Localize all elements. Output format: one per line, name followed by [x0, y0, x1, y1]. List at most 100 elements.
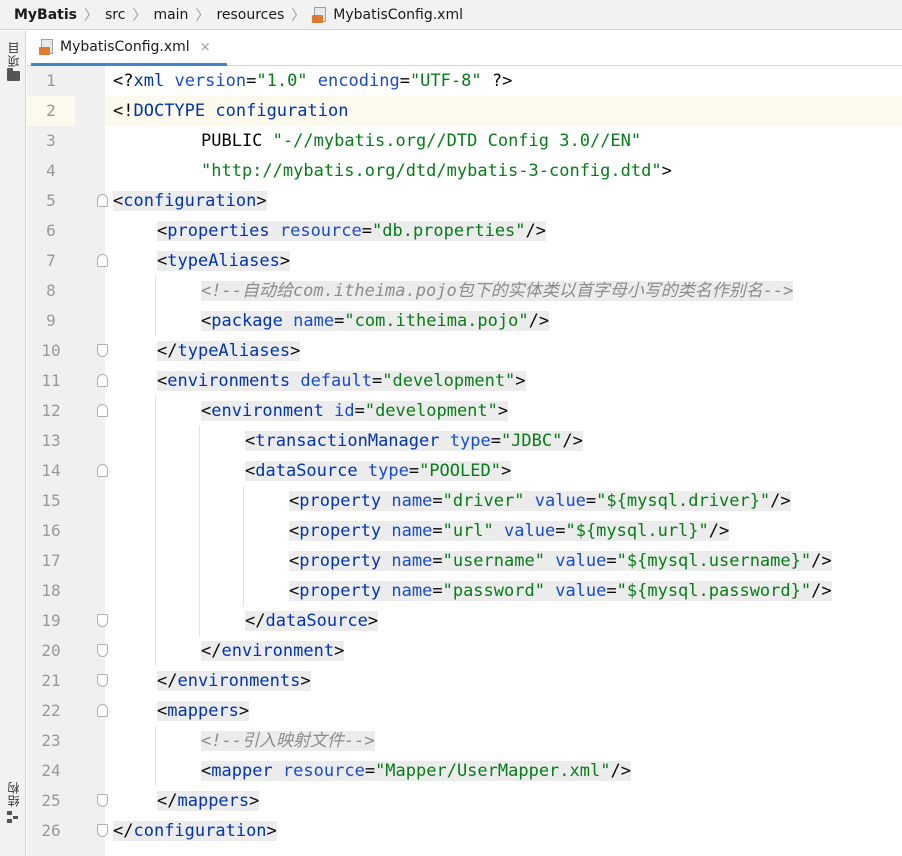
line-number: 16	[41, 521, 61, 540]
code-line-area: <property name="username" value="${mysql…	[105, 546, 902, 576]
line-number: 7	[46, 251, 56, 270]
code-line[interactable]: 15 <property name="driver" value="${mysql…	[27, 486, 902, 516]
code-line[interactable]: 10 </typeAliases>	[27, 336, 902, 366]
code-line[interactable]: 2 <!DOCTYPE configuration	[27, 96, 902, 126]
code-text: </mappers>	[157, 791, 260, 811]
code-line-area: </configuration>	[105, 816, 902, 846]
code-line[interactable]: 5 <configuration>	[27, 186, 902, 216]
indent-guide	[199, 426, 200, 456]
code-editor[interactable]: 1 <?xml version="1.0" encoding="UTF-8" ?>…	[27, 66, 902, 856]
code-text: <environment id="development">	[201, 401, 509, 421]
code-line[interactable]: 13 <transactionManager type="JDBC"/>	[27, 426, 902, 456]
code-text: <typeAliases>	[157, 251, 291, 271]
code-text: </environments>	[157, 671, 311, 691]
indent-guide	[199, 516, 200, 546]
indent-guide	[155, 426, 156, 456]
code-line-area: <configuration>	[105, 186, 902, 216]
breadcrumb-src[interactable]: src	[105, 7, 125, 23]
indent-guide	[155, 546, 156, 576]
chevron-right-icon: 〉	[291, 7, 306, 24]
code-line[interactable]: 19 </dataSource>	[27, 606, 902, 636]
structure-icon	[7, 811, 19, 823]
code-line[interactable]: 20 </environment>	[27, 636, 902, 666]
code-text: PUBLIC "-//mybatis.org//DTD Config 3.0//…	[201, 131, 642, 151]
line-number: 13	[41, 431, 61, 450]
code-line[interactable]: 1 <?xml version="1.0" encoding="UTF-8" ?>	[27, 66, 902, 96]
line-number: 10	[41, 341, 61, 360]
breadcrumb-file[interactable]: MybatisConfig.xml	[312, 6, 463, 23]
line-number: 25	[41, 791, 61, 810]
line-number: 6	[46, 221, 56, 240]
code-text: <mappers>	[157, 701, 250, 721]
code-line-area: <!--自动给com.itheima.pojo包下的实体类以首字母小写的类名作别…	[105, 276, 902, 306]
line-number: 17	[41, 551, 61, 570]
line-number: 15	[41, 491, 61, 510]
line-number: 8	[46, 281, 56, 300]
code-line[interactable]: 4 "http://mybatis.org/dtd/mybatis-3-confi…	[27, 156, 902, 186]
tab-mybatisconfig[interactable]: MybatisConfig.xml ×	[31, 31, 227, 66]
indent-guide	[155, 486, 156, 516]
code-line[interactable]: 8 <!--自动给com.itheima.pojo包下的实体类以首字母小写的类名作…	[27, 276, 902, 306]
code-line[interactable]: 24 <mapper resource="Mapper/UserMapper.xm…	[27, 756, 902, 786]
code-line-area: <typeAliases>	[105, 246, 902, 276]
tab-label: MybatisConfig.xml	[60, 39, 190, 55]
project-tool-label: 项目	[6, 41, 21, 67]
code-line[interactable]: 18 <property name="password" value="${mys…	[27, 576, 902, 606]
code-line[interactable]: 23 <!--引入映射文件-->	[27, 726, 902, 756]
indent-guide	[155, 306, 156, 336]
code-line[interactable]: 12 <environment id="development">	[27, 396, 902, 426]
line-number: 5	[46, 191, 56, 210]
indent-guide	[243, 546, 244, 576]
line-number: 23	[41, 731, 61, 750]
code-line[interactable]: 14 <dataSource type="POOLED">	[27, 456, 902, 486]
code-line[interactable]: 25 </mappers>	[27, 786, 902, 816]
indent-guide	[199, 576, 200, 606]
code-text: <configuration>	[113, 191, 267, 211]
breadcrumb-main[interactable]: main	[153, 7, 188, 23]
indent-guide	[155, 516, 156, 546]
code-line-area: <environment id="development">	[105, 396, 902, 426]
structure-tool-button[interactable]: 结构	[3, 781, 23, 823]
code-text: <property name="username" value="${mysql…	[289, 551, 832, 571]
code-line[interactable]: 9 <package name="com.itheima.pojo"/>	[27, 306, 902, 336]
code-text: </configuration>	[113, 821, 277, 841]
indent-guide	[155, 636, 156, 666]
code-text: <!--自动给com.itheima.pojo包下的实体类以首字母小写的类名作别…	[201, 281, 794, 301]
code-line-area: <?xml version="1.0" encoding="UTF-8" ?>	[105, 66, 902, 96]
indent-guide	[243, 516, 244, 546]
line-number: 1	[46, 71, 56, 90]
indent-guide	[155, 576, 156, 606]
code-line[interactable]: 6 <properties resource="db.properties"/>	[27, 216, 902, 246]
line-number: 11	[41, 371, 61, 390]
breadcrumb-file-label: MybatisConfig.xml	[333, 6, 463, 23]
code-line[interactable]: 11 <environments default="development">	[27, 366, 902, 396]
line-number: 14	[41, 461, 61, 480]
code-text: "http://mybatis.org/dtd/mybatis-3-config…	[201, 161, 672, 181]
code-line[interactable]: 16 <property name="url" value="${mysql.ur…	[27, 516, 902, 546]
code-text: <environments default="development">	[157, 371, 526, 391]
xml-file-icon	[312, 6, 328, 23]
code-line-area: PUBLIC "-//mybatis.org//DTD Config 3.0//…	[105, 126, 902, 156]
line-number: 24	[41, 761, 61, 780]
line-number: 9	[46, 311, 56, 330]
project-tool-button[interactable]: 项目	[3, 41, 23, 81]
indent-guide	[155, 606, 156, 636]
code-line-area: <property name="password" value="${mysql…	[105, 576, 902, 606]
code-line[interactable]: 22 <mappers>	[27, 696, 902, 726]
code-line-area: "http://mybatis.org/dtd/mybatis-3-config…	[105, 156, 902, 186]
close-icon[interactable]: ×	[200, 40, 211, 55]
code-line[interactable]: 7 <typeAliases>	[27, 246, 902, 276]
folder-icon	[6, 68, 20, 81]
code-line[interactable]: 3 PUBLIC "-//mybatis.org//DTD Config 3.0/…	[27, 126, 902, 156]
code-line[interactable]: 26 </configuration>	[27, 816, 902, 846]
breadcrumb-resources[interactable]: resources	[216, 7, 284, 23]
breadcrumb-project[interactable]: MyBatis	[14, 7, 77, 23]
line-number: 18	[41, 581, 61, 600]
code-line[interactable]: 17 <property name="username" value="${mys…	[27, 546, 902, 576]
code-line-area: <dataSource type="POOLED">	[105, 456, 902, 486]
code-line[interactable]: 21 </environments>	[27, 666, 902, 696]
code-text: <property name="password" value="${mysql…	[289, 581, 832, 601]
breadcrumb: MyBatis 〉 src 〉 main 〉 resources 〉 Mybat…	[0, 0, 902, 30]
indent-guide	[155, 456, 156, 486]
indent-guide	[155, 396, 156, 426]
